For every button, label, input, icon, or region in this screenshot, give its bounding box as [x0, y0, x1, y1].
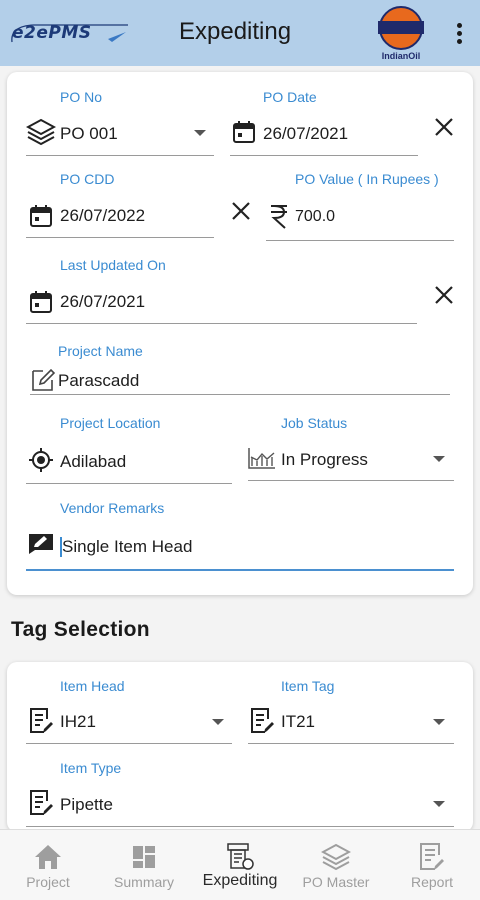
project-name-label: Project Name: [58, 343, 143, 359]
last-updated-label: Last Updated On: [60, 257, 166, 273]
item-head-dropdown-icon[interactable]: [212, 719, 224, 725]
po-details-card: [7, 72, 473, 595]
job-status-label: Job Status: [281, 415, 348, 431]
page-title: Expediting: [179, 18, 292, 45]
nav-label-project: Project: [26, 874, 70, 890]
project-name-field[interactable]: [30, 394, 450, 395]
project-location-value: Adilabad: [60, 452, 127, 471]
item-tag-dropdown-icon[interactable]: [433, 719, 445, 725]
tag-selection-title: Tag Selection: [11, 618, 150, 641]
nav-item-expediting[interactable]: Expediting: [192, 830, 288, 900]
document-edit-icon: [251, 708, 274, 733]
indianoil-logo: IndianOil: [378, 6, 424, 62]
project-location-field[interactable]: [26, 483, 232, 484]
clear-po-date-icon[interactable]: [433, 116, 455, 138]
nav-label-expediting: Expediting: [202, 872, 278, 889]
vendor-remarks-label: Vendor Remarks: [60, 500, 165, 516]
vendor-remarks-value[interactable]: Single Item Head: [62, 537, 192, 557]
project-location-label: Project Location: [60, 415, 161, 431]
overflow-menu-icon[interactable]: [450, 20, 468, 46]
po-no-value: PO 001: [60, 124, 118, 143]
item-head-label: Item Head: [60, 678, 125, 694]
job-status-dropdown[interactable]: [248, 480, 454, 481]
item-tag-dropdown[interactable]: [248, 743, 454, 744]
expediting-icon: [227, 843, 254, 870]
calendar-icon[interactable]: [29, 204, 53, 228]
po-cdd-field[interactable]: [26, 237, 214, 238]
clear-last-updated-icon[interactable]: [433, 284, 455, 306]
po-date-value[interactable]: 26/07/2021: [263, 124, 348, 144]
calendar-icon[interactable]: [232, 120, 256, 144]
chart-icon: [248, 448, 275, 469]
home-icon: [35, 845, 61, 869]
item-type-dropdown[interactable]: [26, 826, 454, 827]
po-value-value: 700.0: [295, 208, 336, 225]
last-updated-value[interactable]: 26/07/2021: [60, 292, 145, 312]
po-cdd-value[interactable]: 26/07/2022: [60, 206, 145, 226]
item-tag-label: Item Tag: [281, 678, 335, 694]
item-head-dropdown[interactable]: [26, 743, 232, 744]
location-target-icon: [29, 448, 53, 472]
po-cdd-label: PO CDD: [60, 171, 115, 187]
document-edit-icon: [30, 708, 53, 733]
brand-logo-text: IndianOil: [381, 51, 421, 61]
vendor-remarks-field[interactable]: [26, 569, 454, 571]
report-icon: [420, 843, 444, 870]
po-no-label: PO No: [60, 89, 103, 105]
nav-item-po-master[interactable]: PO Master: [288, 830, 384, 900]
clear-po-cdd-icon[interactable]: [230, 200, 252, 222]
app-logo: e2ePMS: [8, 22, 130, 46]
rupee-icon: [271, 205, 287, 229]
po-no-dropdown-icon[interactable]: [194, 130, 206, 136]
nav-item-report[interactable]: Report: [384, 830, 480, 900]
nav-label-summary: Summary: [114, 874, 174, 890]
layers-icon: [26, 118, 56, 146]
nav-label-po-master: PO Master: [302, 874, 370, 890]
po-no-dropdown[interactable]: [26, 155, 214, 156]
job-status-value: In Progress: [281, 450, 368, 469]
item-head-value: IH21: [60, 712, 96, 731]
po-value-field[interactable]: [266, 240, 454, 241]
bottom-navigation: Project Summary Expediting PO Master Rep…: [0, 829, 480, 900]
item-type-dropdown-icon[interactable]: [433, 801, 445, 807]
project-name-value: Parascadd: [58, 371, 140, 390]
last-updated-field[interactable]: [26, 323, 417, 324]
document-edit-icon: [30, 790, 53, 815]
po-date-label: PO Date: [263, 89, 317, 105]
remarks-icon: [29, 534, 53, 554]
layers-icon: [321, 843, 351, 871]
nav-label-report: Report: [410, 874, 454, 890]
edit-icon: [32, 368, 56, 391]
nav-item-project[interactable]: Project: [0, 830, 96, 900]
item-tag-value: IT21: [281, 712, 316, 731]
app-bar: e2ePMS Expediting IndianOil: [0, 0, 480, 66]
nav-item-summary[interactable]: Summary: [96, 830, 192, 900]
po-value-label: PO Value ( In Rupees ): [295, 171, 439, 187]
job-status-dropdown-icon[interactable]: [433, 456, 445, 462]
po-date-field[interactable]: [230, 155, 418, 156]
dashboard-icon: [133, 846, 155, 868]
app-logo-text: e2ePMS: [12, 23, 92, 43]
item-type-label: Item Type: [60, 760, 122, 776]
item-type-value: Pipette: [60, 795, 113, 814]
calendar-icon[interactable]: [29, 290, 53, 314]
